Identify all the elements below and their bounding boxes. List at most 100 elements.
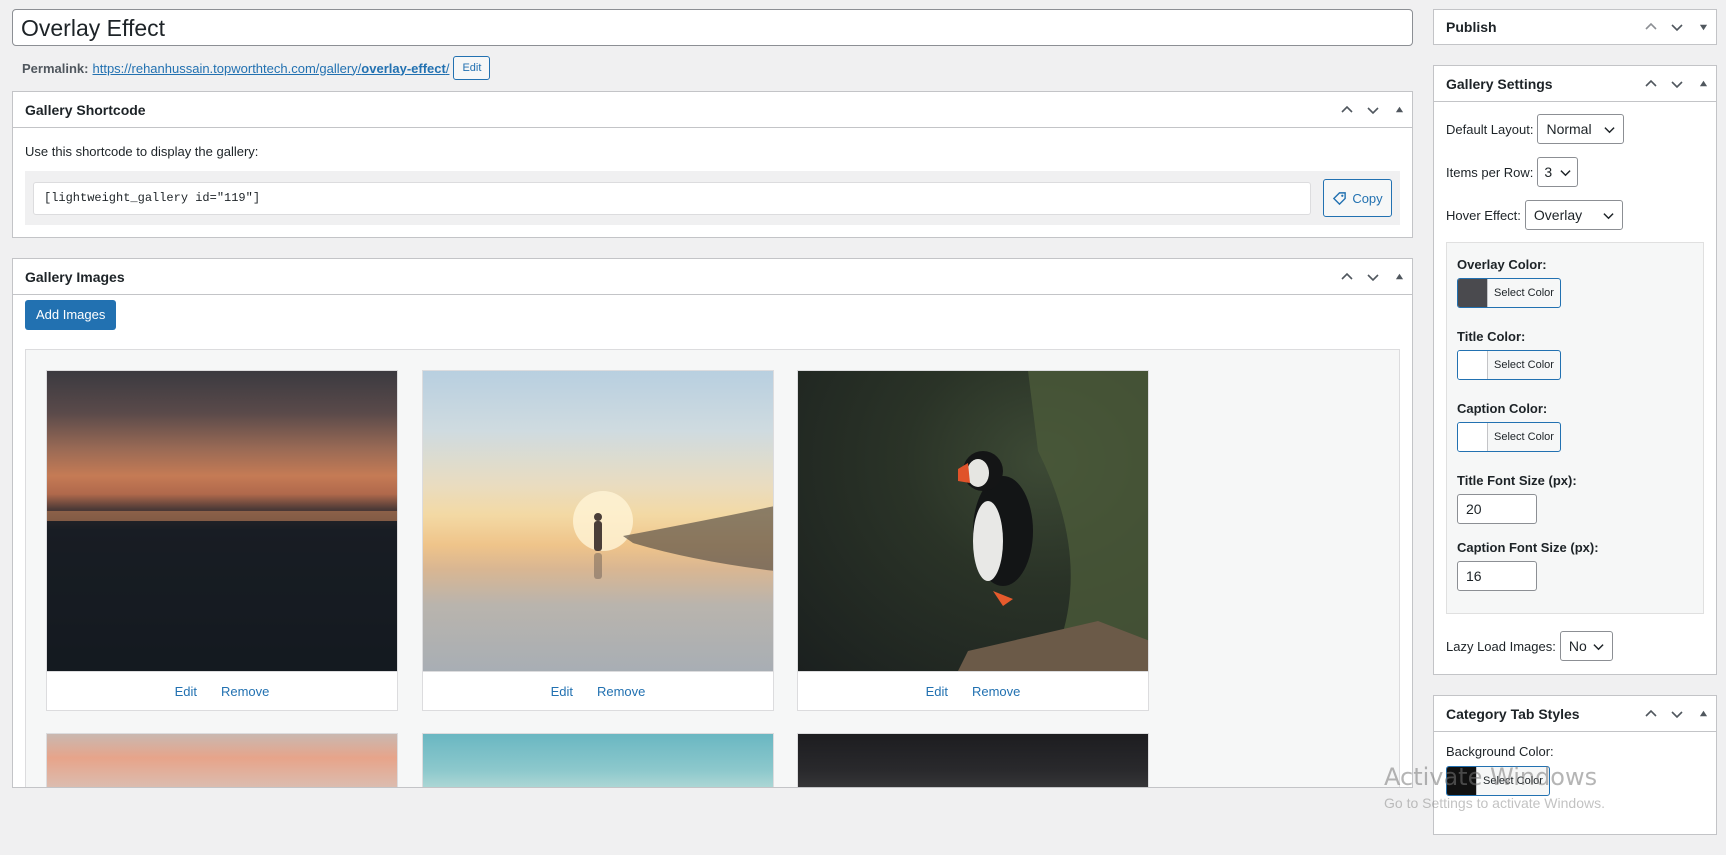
postbox-header: Gallery Shortcode xyxy=(13,92,1412,128)
lazy-load-select[interactable]: No xyxy=(1559,631,1613,661)
move-down-button[interactable] xyxy=(1360,259,1386,295)
select-color-label: Select Color xyxy=(1494,431,1554,443)
title-color-label: Title Color: xyxy=(1457,329,1526,344)
chevron-up-icon xyxy=(1645,79,1657,87)
settings-inside: Default Layout: Normal Items per Row: 3 … xyxy=(1434,102,1716,674)
gallery-shortcode-box: Gallery Shortcode Use this shortcode to … xyxy=(12,91,1413,238)
publish-box: Publish xyxy=(1433,9,1717,45)
title-color-picker[interactable]: Select Color xyxy=(1457,350,1561,380)
gallery-image-sunset xyxy=(47,371,397,671)
caption-color-swatch xyxy=(1458,423,1488,451)
caret-up-icon xyxy=(1395,106,1403,113)
remove-image-link[interactable]: Remove xyxy=(972,684,1020,699)
permalink-trail: / xyxy=(445,60,450,76)
postbox-header: Gallery Images xyxy=(13,259,1412,295)
overlay-color-label: Overlay Color: xyxy=(1457,257,1547,272)
chevron-down-icon xyxy=(1367,106,1379,114)
default-layout-value: Normal xyxy=(1546,121,1592,137)
background-color-label: Background Color: xyxy=(1446,744,1554,759)
shortcode-field[interactable]: [lightweight_gallery id="119"] xyxy=(33,181,1311,215)
activate-windows-subtext: Go to Settings to activate Windows. xyxy=(1384,795,1605,811)
postbox-header: Category Tab Styles xyxy=(1434,696,1716,732)
gallery-item-actions: Edit Remove xyxy=(423,671,773,710)
move-up-button[interactable] xyxy=(1334,259,1360,295)
move-up-button[interactable] xyxy=(1638,66,1664,102)
toggle-panel-button[interactable] xyxy=(1690,66,1716,102)
items-per-row-row: Items per Row: 3 xyxy=(1446,156,1704,188)
hover-effect-select[interactable]: Overlay xyxy=(1524,200,1623,230)
hover-effect-value: Overlay xyxy=(1533,207,1583,223)
edit-image-link[interactable]: Edit xyxy=(926,684,948,699)
gallery-grid: Edit Remove Edit Remove Edit Remove xyxy=(25,349,1400,787)
toggle-panel-button[interactable] xyxy=(1690,9,1716,45)
permalink-base: https://rehanhussain.topworthtech.com/ga… xyxy=(92,60,362,76)
title-font-size-label: Title Font Size (px): xyxy=(1457,473,1577,488)
permalink-link[interactable]: https://rehanhussain.topworthtech.com/ga… xyxy=(92,61,449,76)
move-up-button[interactable] xyxy=(1638,696,1664,732)
items-per-row-value: 3 xyxy=(1544,164,1553,180)
toggle-panel-button[interactable] xyxy=(1386,259,1412,295)
move-down-button[interactable] xyxy=(1664,66,1690,102)
shortcode-wrap: [lightweight_gallery id="119"] Copy xyxy=(25,171,1400,225)
move-up-button[interactable] xyxy=(1334,92,1360,128)
title-color-swatch xyxy=(1458,351,1488,379)
gallery-item xyxy=(46,733,398,787)
move-down-button[interactable] xyxy=(1664,696,1690,732)
chevron-up-icon xyxy=(1645,709,1657,717)
add-images-button[interactable]: Add Images xyxy=(25,300,117,330)
move-down-button[interactable] xyxy=(1664,9,1690,45)
box-handles xyxy=(1638,9,1716,45)
title-font-size-input[interactable]: 20 xyxy=(1457,494,1537,524)
move-down-button[interactable] xyxy=(1360,92,1386,128)
edit-image-link[interactable]: Edit xyxy=(175,684,197,699)
copy-label: Copy xyxy=(1352,190,1383,206)
gallery-item: Edit Remove xyxy=(797,370,1149,711)
post-title-input[interactable]: Overlay Effect xyxy=(12,9,1413,46)
box-handles xyxy=(1334,92,1412,128)
permalink-slug: overlay-effect xyxy=(361,60,446,76)
default-layout-row: Default Layout: Normal xyxy=(1446,113,1704,145)
items-per-row-select[interactable]: 3 xyxy=(1537,157,1579,187)
shortcode-inside: Use this shortcode to display the galler… xyxy=(13,128,1412,237)
toggle-panel-button[interactable] xyxy=(1386,92,1412,128)
remove-image-link[interactable]: Remove xyxy=(221,684,269,699)
chevron-down-icon xyxy=(1367,273,1379,281)
gallery-image-beach xyxy=(423,371,773,671)
overlay-color-picker[interactable]: Select Color xyxy=(1457,278,1561,308)
copy-shortcode-button[interactable]: Copy xyxy=(1323,179,1392,217)
toggle-panel-button[interactable] xyxy=(1690,696,1716,732)
box-handles xyxy=(1638,66,1716,102)
select-color-label: Select Color xyxy=(1494,359,1554,371)
default-layout-select[interactable]: Normal xyxy=(1537,114,1625,144)
overlay-color-swatch xyxy=(1458,279,1488,307)
move-up-button[interactable] xyxy=(1638,9,1664,45)
caption-color-picker[interactable]: Select Color xyxy=(1457,422,1561,452)
gallery-images-title: Gallery Images xyxy=(25,268,125,285)
edit-image-link[interactable]: Edit xyxy=(551,684,573,699)
chevron-down-icon xyxy=(1671,24,1683,32)
caption-font-size-input[interactable]: 16 xyxy=(1457,561,1537,591)
chevron-down-icon xyxy=(1671,710,1683,718)
default-layout-label: Default Layout: xyxy=(1446,121,1534,137)
puffin-photo xyxy=(958,371,1148,671)
select-color-label: Select Color xyxy=(1494,287,1554,299)
lazy-load-label: Lazy Load Images: xyxy=(1446,638,1556,654)
box-handles xyxy=(1334,259,1412,295)
permalink-edit-button[interactable]: Edit xyxy=(453,56,491,80)
tag-icon xyxy=(1333,191,1347,205)
publish-title: Publish xyxy=(1446,19,1497,35)
chevron-down-icon xyxy=(1671,80,1683,88)
chevron-up-icon xyxy=(1645,22,1657,30)
caret-up-icon xyxy=(1699,710,1707,717)
chevron-up-icon xyxy=(1341,272,1353,280)
chevron-down-icon xyxy=(1603,212,1614,219)
gallery-item xyxy=(797,733,1149,787)
gallery-images-box: Gallery Images Add Images Edit Remove Ed… xyxy=(12,258,1413,788)
gallery-item: Edit Remove xyxy=(422,370,774,711)
caption-color-label: Caption Color: xyxy=(1457,401,1548,416)
gallery-image xyxy=(423,734,773,787)
chevron-down-icon xyxy=(1560,169,1572,176)
box-handles xyxy=(1638,696,1716,732)
chevron-down-icon xyxy=(1604,126,1616,133)
remove-image-link[interactable]: Remove xyxy=(597,684,645,699)
